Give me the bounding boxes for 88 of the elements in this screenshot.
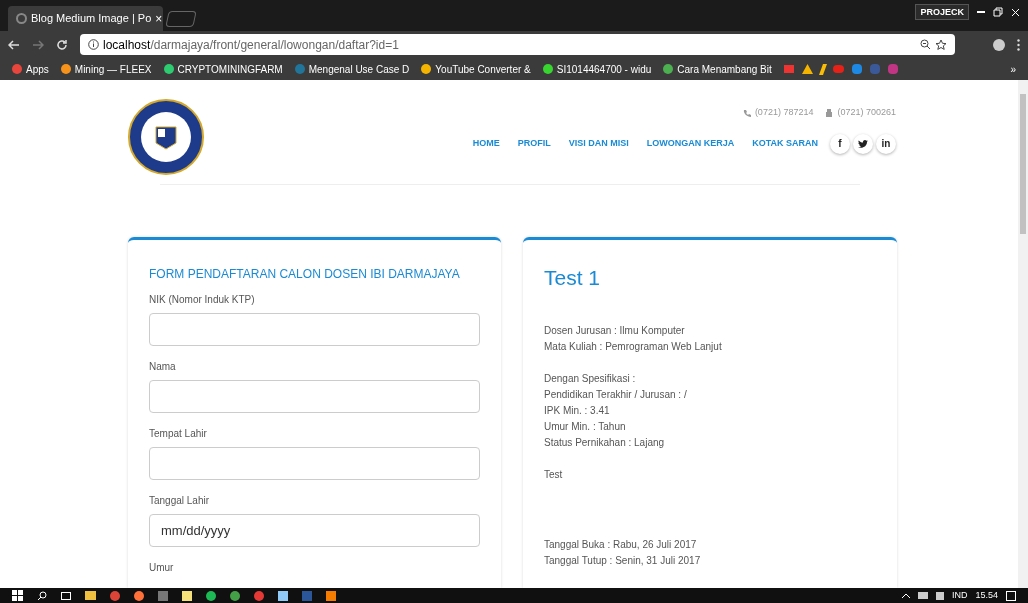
detail-line: Test (544, 467, 564, 482)
bookmark-label: Apps (26, 62, 49, 77)
field-label: Tanggal Lahir (149, 494, 211, 508)
mail-icon[interactable] (783, 65, 794, 73)
detail-line: IPK Min. : 3.41 (544, 403, 611, 418)
site-icon (16, 13, 27, 24)
triangle-icon[interactable] (801, 64, 813, 74)
bookmark-link[interactable]: Mining — FLEEX (60, 61, 152, 77)
zoom-icon[interactable] (920, 39, 931, 50)
social-button[interactable]: in (876, 133, 896, 154)
play-icon[interactable] (832, 65, 844, 73)
bookmark-label: YouTube Converter & (435, 62, 531, 77)
profile-button[interactable]: PROJECK (915, 4, 969, 20)
social-button[interactable]: f (830, 133, 850, 154)
bookmark-link[interactable]: YouTube Converter & (421, 61, 531, 77)
close-icon[interactable] (1011, 7, 1020, 17)
code-icon[interactable] (851, 64, 862, 74)
detail-line: Tanggal Buka : Rabu, 26 Juli 2017 (544, 537, 698, 552)
network-icon[interactable] (917, 592, 928, 599)
input-field[interactable] (149, 313, 480, 346)
bookmark-link[interactable]: Mengenal Use Case D (294, 61, 410, 77)
phone-number: (0721) 787214 (754, 106, 814, 119)
input-field[interactable] (149, 447, 480, 480)
form-title: FORM PENDAFTARAN CALON DOSEN IBI DARMAJAYA (149, 266, 461, 283)
star-icon[interactable] (935, 38, 947, 51)
nav-link[interactable]: PROFIL (517, 136, 551, 151)
app-icon[interactable] (134, 590, 144, 601)
info-icon (88, 39, 99, 50)
bookmark-label: SI1014464700 - widu (556, 62, 652, 77)
bookmark-label: CRYPTOMININGFARM (177, 62, 283, 77)
search-icon[interactable] (37, 590, 47, 601)
app-icon[interactable] (206, 590, 216, 601)
detail-line: Umur Min. : Tahun (544, 419, 627, 434)
language-indicator[interactable]: IND (951, 588, 968, 603)
more-bookmarks-button[interactable]: » (1010, 61, 1016, 77)
bookmark-label: Cara Menambang Bit (677, 62, 772, 77)
notification-icon[interactable] (1006, 590, 1016, 601)
forward-icon[interactable] (32, 39, 44, 50)
close-button[interactable]: × (155, 9, 163, 28)
fax-number: (0721) 700261 (837, 106, 896, 119)
browser-tab[interactable]: Blog Medium Image | Po × (8, 6, 163, 31)
speaker-icon[interactable] (935, 591, 944, 600)
extension-icon[interactable] (993, 38, 1005, 51)
detail-line: Pendidikan Terakhir / Jurusan : / (544, 387, 688, 402)
field-label: NIK (Nomor Induk KTP) (149, 293, 256, 307)
bird-icon (858, 139, 868, 148)
field-label: Umur (149, 561, 175, 575)
tab-title: Blog Medium Image | Po (31, 11, 152, 27)
nav-link[interactable]: KOTAK SARAN (752, 136, 818, 151)
bookmark-link[interactable]: CRYPTOMININGFARM (163, 61, 283, 77)
task-view-icon[interactable] (61, 591, 71, 600)
slash-icon[interactable] (818, 63, 827, 75)
app-icon[interactable] (326, 590, 336, 601)
detail-line: Status Pernikahan : Lajang (544, 435, 666, 450)
restore-icon[interactable] (993, 7, 1003, 17)
detail-line: Mata Kuliah : Pemrograman Web Lanjut (544, 339, 723, 354)
app-icon[interactable] (278, 590, 288, 601)
detail-line: Dosen Jurusan : Ilmu Komputer (544, 323, 686, 338)
reload-icon[interactable] (56, 38, 68, 51)
bookmark-link[interactable]: SI1014464700 - widu (542, 61, 652, 77)
url-path: /darmajaya/front/general/lowongan/daftar?id=1 (150, 37, 399, 52)
field-label: Nama (149, 360, 177, 374)
back-icon[interactable] (8, 39, 20, 50)
field-label: Tempat Lahir (149, 427, 208, 441)
scrollbar[interactable] (1018, 80, 1028, 588)
clock[interactable]: 15.54 (975, 588, 998, 603)
menu-icon[interactable] (1017, 38, 1020, 51)
caret-icon[interactable] (901, 593, 910, 598)
twitter-button[interactable] (853, 133, 873, 154)
bookmark-link[interactable]: Cara Menambang Bit (663, 61, 772, 77)
job-title: Test 1 (544, 265, 602, 291)
bookmark-label: Mining — FLEEX (74, 62, 152, 77)
app-icon[interactable] (182, 590, 192, 601)
input-field[interactable] (149, 380, 480, 413)
address-bar[interactable]: localhost/darmajaya/front/general/lowongan/daftar?id=1 (80, 34, 955, 55)
bookmark-label: Mengenal Use Case D (308, 62, 410, 77)
app-icon[interactable] (230, 590, 240, 601)
nav-link[interactable]: HOME (472, 136, 500, 151)
nav-link[interactable]: VISI DAN MISI (568, 136, 629, 151)
url-host: localhost (103, 37, 151, 52)
windows-logo-icon[interactable] (12, 590, 23, 601)
fax-icon (825, 108, 834, 117)
detail-line: Dengan Spesifikasi : (544, 371, 637, 386)
input-field[interactable]: mm/dd/yyyy (149, 514, 480, 547)
phone-icon (742, 108, 751, 117)
nav-link[interactable]: LOWONGAN KERJA (646, 136, 735, 151)
bookmark-link[interactable]: Apps (12, 61, 49, 77)
detail-line: Tanggal Tutup : Senin, 31 Juli 2017 (544, 553, 702, 568)
